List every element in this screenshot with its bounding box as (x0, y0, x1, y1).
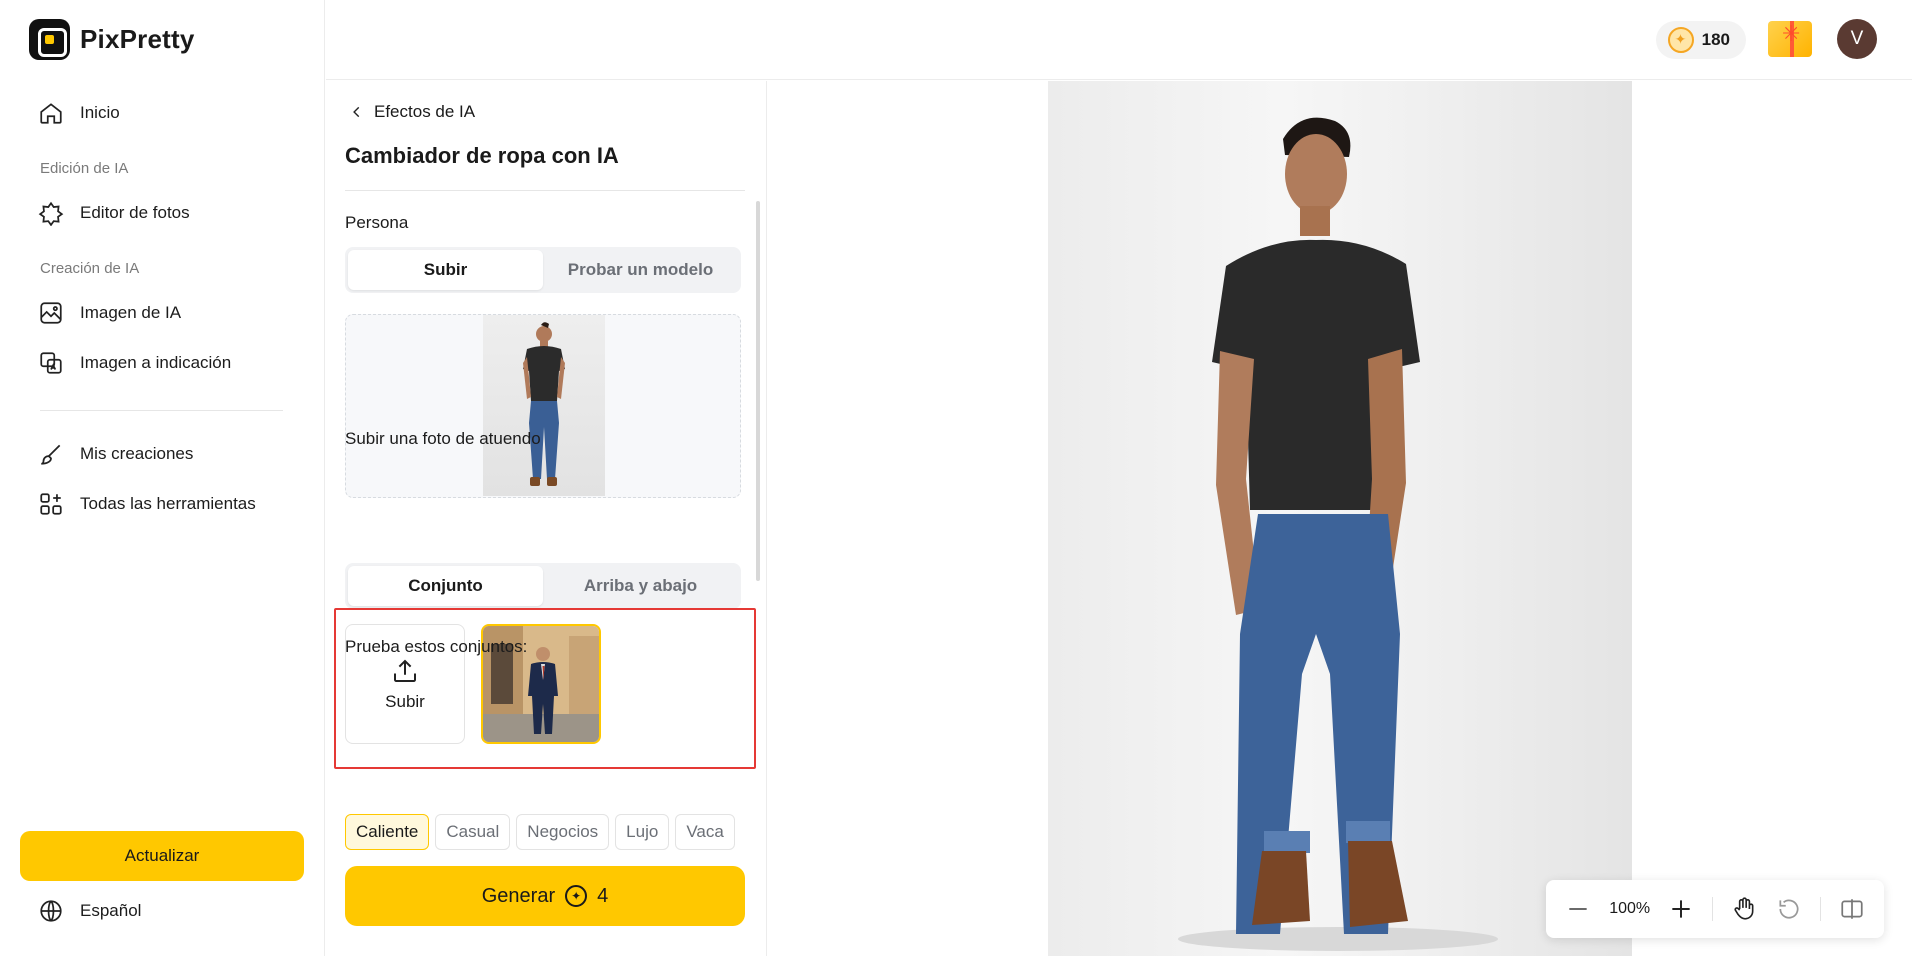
tab-upload[interactable]: Subir (348, 250, 543, 290)
chip-casual[interactable]: Casual (435, 814, 511, 850)
tab-set[interactable]: Conjunto (348, 566, 543, 606)
upload-icon (394, 659, 416, 682)
sidebar-item-home[interactable]: Inicio (38, 100, 120, 126)
panel-divider (345, 190, 745, 191)
brush-icon (41, 444, 61, 465)
chip-vacaciones[interactable]: Vaca (675, 814, 735, 850)
generate-button[interactable]: Generar ✦ 4 (345, 866, 745, 926)
toolbar-divider (1819, 897, 1821, 921)
sidebar: PixPretty Inicio Edición de IA Editor de… (0, 0, 325, 956)
home-icon (40, 103, 62, 124)
image-prompt-icon (40, 352, 62, 374)
sidebar-item-label: Editor de fotos (80, 203, 190, 222)
sidebar-item-all-tools[interactable]: Todas las herramientas (38, 491, 256, 517)
compare-button[interactable] (1839, 896, 1865, 922)
coin-icon (1667, 27, 1694, 53)
tab-top-and-bottom[interactable]: Arriba y abajo (543, 566, 738, 606)
image-canvas[interactable]: 100% (768, 81, 1912, 956)
logo[interactable]: PixPretty (29, 19, 195, 60)
zoom-toolbar: 100% (1546, 880, 1884, 938)
photo-edit-icon (38, 201, 64, 226)
page-title: Cambiador de ropa con IA (345, 143, 619, 168)
reset-button[interactable] (1776, 896, 1802, 922)
toolbar-divider (1712, 897, 1714, 921)
sidebar-item-label: Imagen de IA (80, 303, 182, 322)
hand-icon (1734, 897, 1754, 920)
sidebar-item-ai-image[interactable]: Imagen de IA (38, 300, 181, 326)
person-tabs: Subir Probar un modelo (345, 247, 741, 293)
chevron-left-icon (353, 106, 360, 118)
generate-label: Generar (481, 884, 556, 907)
preview-photo (1048, 81, 1632, 956)
section-label-editing: Edición de IA (40, 160, 129, 177)
sidebar-divider (40, 410, 283, 411)
section-label-creation: Creación de IA (40, 260, 140, 277)
try-outfits-heading: Prueba estos conjuntos: (345, 637, 528, 656)
chip-caliente[interactable]: Caliente (345, 814, 430, 850)
sidebar-item-label: Inicio (80, 103, 120, 122)
app-root: PixPretty Inicio Edición de IA Editor de… (0, 0, 1912, 956)
zoom-out-icon (1569, 908, 1587, 910)
chip-lujo[interactable]: Lujo (615, 814, 670, 850)
language-label: Español (80, 901, 142, 920)
upgrade-button[interactable]: Actualizar (20, 831, 304, 881)
sidebar-item-image-to-prompt[interactable]: Imagen a indicación (38, 350, 231, 376)
person-label: Persona (345, 213, 409, 232)
tool-panel: Efectos de IA Cambiador de ropa con IA P… (326, 81, 767, 956)
ai-image-icon (40, 302, 62, 324)
back-link[interactable]: Efectos de IA (350, 102, 475, 122)
outfit-tabs: Conjunto Arriba y abajo (345, 563, 741, 609)
app-name: PixPretty (80, 24, 195, 54)
generate-cost: 4 (597, 884, 609, 907)
person-thumbnail (483, 315, 605, 496)
zoom-out-button[interactable] (1565, 896, 1591, 922)
avatar[interactable]: V (1837, 19, 1877, 59)
sidebar-item-my-creations[interactable]: Mis creaciones (38, 441, 193, 467)
back-label: Efectos de IA (374, 102, 476, 121)
outfit-label: Subir una foto de atuendo (345, 429, 541, 448)
tools-grid-icon (40, 493, 62, 515)
upload-tile-label: Subir (385, 692, 425, 711)
compare-icon (1841, 899, 1863, 919)
sidebar-item-label: Todas las herramientas (80, 494, 256, 513)
panel-scrollbar[interactable] (756, 201, 760, 581)
top-header: 180 V (326, 0, 1912, 80)
outfit-chips: Caliente Casual Negocios Lujo Vaca (345, 814, 741, 852)
language-selector[interactable]: Español (38, 898, 141, 924)
reset-icon (1779, 899, 1799, 919)
zoom-in-button[interactable] (1668, 896, 1694, 922)
sidebar-item-label: Imagen a indicación (80, 353, 232, 372)
chip-negocios[interactable]: Negocios (516, 814, 610, 850)
pan-button[interactable] (1731, 896, 1757, 922)
credits-count: 180 (1701, 30, 1730, 49)
zoom-level: 100% (1609, 900, 1651, 917)
logo-icon (29, 19, 70, 60)
gift-icon[interactable] (1768, 21, 1812, 57)
zoom-in-icon (1672, 900, 1690, 918)
coin-icon: ✦ (565, 885, 588, 907)
credits-badge[interactable]: 180 (1655, 21, 1746, 59)
sidebar-item-photo-editor[interactable]: Editor de fotos (38, 200, 190, 226)
globe-icon (40, 900, 62, 922)
sidebar-item-label: Mis creaciones (80, 444, 194, 463)
person-dropzone[interactable] (345, 314, 741, 498)
tab-try-model[interactable]: Probar un modelo (543, 250, 738, 290)
